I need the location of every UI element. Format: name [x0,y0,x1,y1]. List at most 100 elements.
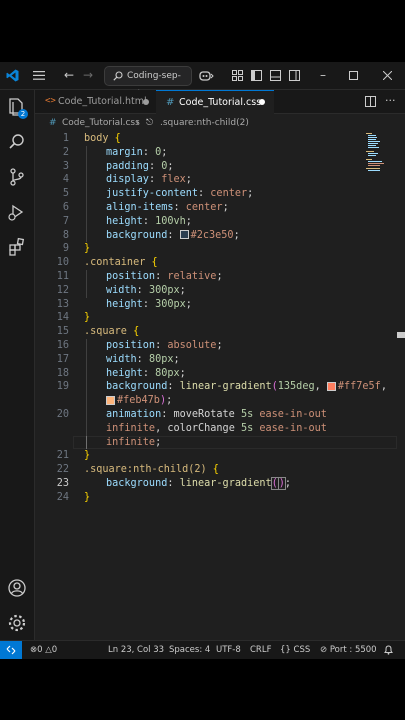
indent-guide [86,145,87,243]
code-line: .container { [84,257,158,269]
code-editor[interactable]: 1 2 3 4 5 6 7 8 9 10 11 12 13 14 15 16 1… [35,132,405,640]
unsaved-dot-icon [143,99,149,105]
code-line: height: 300px; [106,298,192,310]
minimize-icon[interactable]: – [320,62,326,89]
css-icon: # [166,97,175,108]
line-number: 12 [56,284,69,296]
toggle-sidebar-icon[interactable] [251,70,262,81]
code-line: animation: moveRotate 5s ease-in-out [106,409,327,420]
indent-guide [86,270,87,298]
encoding[interactable]: UTF-8 [216,641,241,659]
color-swatch[interactable] [179,230,189,240]
extensions-icon[interactable] [7,237,27,257]
line-number: 2 [62,146,69,158]
code-line: infinite, colorChange 5s ease-in-out [106,422,327,434]
account-icon[interactable] [7,578,27,598]
search-icon [113,71,123,81]
line-number: 15 [56,326,69,338]
tab-code-tutorial-html[interactable]: <> Code_Tutorial.html [35,90,154,113]
menu-icon[interactable] [33,71,45,80]
code-line: position: relative; [106,271,223,282]
minimap-preview [366,133,384,171]
line-number: 23 [56,478,69,489]
code-line: display: flex; [106,174,192,186]
line-number: 3 [62,160,69,172]
line-number: 20 [56,409,69,420]
line-number: 21 [56,450,69,462]
line-number: 7 [62,215,69,227]
remote-indicator[interactable] [0,641,22,659]
code-line: } [84,491,91,503]
gear-icon[interactable] [7,613,27,633]
remote-icon [6,645,16,655]
line-number: 6 [62,202,69,213]
more-actions-icon[interactable]: ··· [385,90,396,111]
live-server-port[interactable]: ⊘ Port : 5500 [320,641,377,659]
line-number: 8 [62,229,69,241]
search-icon[interactable] [7,132,27,152]
notifications-bell-icon[interactable] [384,645,393,655]
code-line: justify-content: center; [106,188,254,200]
code-line: position: absolute; [106,340,223,351]
line-number: 22 [56,464,69,476]
title-bar: ← → Coding-sep-oct – [0,62,405,99]
language-mode[interactable]: {} CSS [280,641,310,659]
breadcrumb-symbol[interactable]: .square:nth-child(2) [160,114,249,132]
code-line: body { [84,133,121,144]
source-control-icon[interactable] [7,167,27,187]
code-line: height: 80px; [106,367,186,379]
end-of-line[interactable]: CRLF [250,641,271,659]
line-number: 14 [56,312,69,324]
line-number: 1 [62,133,69,144]
code-line: background: linear-gradient(135deg, #ff7… [106,381,387,393]
split-editor-icon[interactable] [365,96,376,107]
line-number: 11 [56,271,69,282]
maximize-icon[interactable] [349,71,358,80]
cursor-position[interactable]: Ln 23, Col 33 [108,641,164,659]
no-entry-icon: ⊘ [320,645,328,655]
customize-layout-icon[interactable] [232,70,243,81]
activity-bar: 2 [0,90,35,640]
indent-guide [86,339,87,450]
line-number: 19 [56,381,69,393]
color-swatch[interactable] [106,395,115,405]
toggle-panel-icon[interactable] [270,70,281,81]
minimap[interactable] [364,132,388,172]
css-icon: # [49,118,57,128]
line-number: 24 [56,491,69,503]
vscode-window: ← → Coding-sep-oct – [0,62,405,659]
line-number: 9 [62,243,69,255]
line-number: 16 [56,340,69,351]
forward-arrow-icon[interactable]: → [83,62,93,89]
line-number: 5 [62,188,69,200]
code-line: width: 300px; [106,284,186,296]
line-number: 18 [56,367,69,379]
code-line: .square:nth-child(2) { [84,464,219,476]
chevron-right-icon: › [136,118,140,128]
code-line: } [84,243,91,255]
editor-tabs: <> Code_Tutorial.html # Code_Tutorial.cs… [35,90,405,114]
color-swatch[interactable] [326,381,336,391]
copilot-icon[interactable] [199,69,215,82]
code-line: width: 80px; [106,353,180,365]
code-line: background: #2c3e50; [106,229,240,241]
unsaved-dot-icon [259,99,265,105]
line-number: 17 [56,353,69,365]
command-center-search[interactable]: Coding-sep-oct [104,66,192,99]
toggle-secondary-sidebar-icon[interactable] [289,70,300,81]
code-line: align-items: center; [106,202,229,213]
breadcrumb: # Code_Tutorial.css › ⎋ .square:nth-chil… [35,114,405,132]
problems-indicator[interactable]: ⊗0 △0 [30,641,57,659]
indentation[interactable]: Spaces: 4 [169,641,210,659]
code-line: .square { [84,326,140,338]
code-line: #feb47b); [106,394,172,408]
indent-guide [86,435,87,450]
breadcrumb-file[interactable]: Code_Tutorial.css [62,114,140,132]
back-arrow-icon[interactable]: ← [64,62,74,89]
code-line: } [84,450,91,462]
close-icon[interactable] [383,71,392,80]
code-line: infinite; [106,436,162,448]
tab-code-tutorial-css[interactable]: # Code_Tutorial.css [156,90,274,114]
run-debug-icon[interactable] [7,202,27,222]
html-icon: <> [45,96,56,106]
